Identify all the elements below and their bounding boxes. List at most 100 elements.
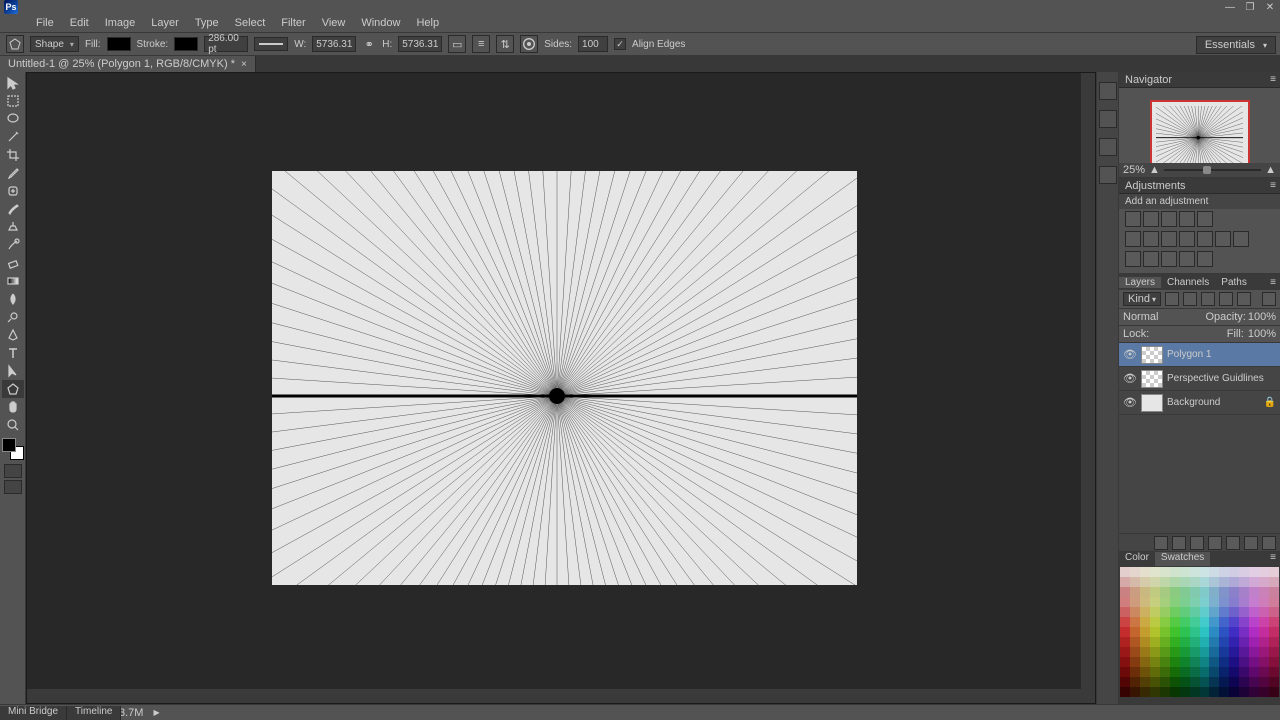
swatch-cell[interactable]	[1120, 637, 1130, 647]
paragraph-panel-icon[interactable]	[1099, 166, 1117, 184]
menu-image[interactable]: Image	[97, 15, 144, 31]
swatch-cell[interactable]	[1229, 687, 1239, 697]
swatch-cell[interactable]	[1170, 687, 1180, 697]
maximize-button[interactable]: ❐	[1240, 0, 1260, 14]
swatch-cell[interactable]	[1269, 647, 1279, 657]
close-window-button[interactable]: ✕	[1260, 0, 1280, 14]
swatch-cell[interactable]	[1190, 607, 1200, 617]
swatch-cell[interactable]	[1209, 677, 1219, 687]
swatch-cell[interactable]	[1160, 577, 1170, 587]
swatch-cell[interactable]	[1239, 657, 1249, 667]
swatch-cell[interactable]	[1239, 667, 1249, 677]
swatch-cell[interactable]	[1239, 567, 1249, 577]
swatch-cell[interactable]	[1190, 627, 1200, 637]
new-layer-icon[interactable]	[1244, 536, 1258, 550]
swatch-cell[interactable]	[1269, 687, 1279, 697]
swatch-cell[interactable]	[1219, 637, 1229, 647]
swatch-cell[interactable]	[1150, 617, 1160, 627]
layer-visibility-icon[interactable]: 👁	[1123, 348, 1137, 361]
swatch-cell[interactable]	[1150, 647, 1160, 657]
swatch-cell[interactable]	[1120, 677, 1130, 687]
swatch-cell[interactable]	[1269, 617, 1279, 627]
curves-adjustment-icon[interactable]	[1161, 211, 1177, 227]
swatch-cell[interactable]	[1200, 647, 1210, 657]
magic-wand-tool[interactable]	[2, 128, 24, 146]
tab-paths[interactable]: Paths	[1215, 277, 1253, 288]
swatch-cell[interactable]	[1229, 657, 1239, 667]
swatch-cell[interactable]	[1130, 597, 1140, 607]
swatch-cell[interactable]	[1120, 587, 1130, 597]
swatch-cell[interactable]	[1209, 627, 1219, 637]
swatch-cell[interactable]	[1120, 607, 1130, 617]
swatch-cell[interactable]	[1170, 627, 1180, 637]
bw-adjustment-icon[interactable]	[1161, 231, 1177, 247]
gradient-tool[interactable]	[2, 272, 24, 290]
layer-mask-icon[interactable]	[1190, 536, 1204, 550]
swatch-cell[interactable]	[1229, 577, 1239, 587]
swatch-cell[interactable]	[1200, 657, 1210, 667]
swatch-cell[interactable]	[1150, 677, 1160, 687]
swatch-cell[interactable]	[1160, 677, 1170, 687]
swatch-cell[interactable]	[1249, 637, 1259, 647]
swatch-cell[interactable]	[1229, 607, 1239, 617]
swatch-cell[interactable]	[1209, 667, 1219, 677]
hue-adjustment-icon[interactable]	[1125, 231, 1141, 247]
layer-name[interactable]: Polygon 1	[1167, 349, 1276, 360]
layer-visibility-icon[interactable]: 👁	[1123, 396, 1137, 409]
swatch-cell[interactable]	[1130, 677, 1140, 687]
swatch-cell[interactable]	[1269, 677, 1279, 687]
blend-mode-dropdown[interactable]: Normal	[1123, 311, 1183, 323]
tab-color[interactable]: Color	[1119, 552, 1155, 566]
swatch-cell[interactable]	[1259, 597, 1269, 607]
layer-thumbnail[interactable]	[1141, 394, 1163, 412]
swatch-cell[interactable]	[1140, 627, 1150, 637]
zoom-out-icon[interactable]: ▲	[1149, 164, 1160, 176]
swatch-cell[interactable]	[1200, 637, 1210, 647]
adjustments-menu-icon[interactable]: ≡	[1270, 180, 1276, 191]
swatch-cell[interactable]	[1249, 617, 1259, 627]
swatch-cell[interactable]	[1170, 597, 1180, 607]
tab-timeline[interactable]: Timeline	[67, 706, 121, 720]
swatch-cell[interactable]	[1190, 617, 1200, 627]
layer-thumbnail[interactable]	[1141, 346, 1163, 364]
swatch-cell[interactable]	[1120, 657, 1130, 667]
history-brush-tool[interactable]	[2, 236, 24, 254]
swatch-cell[interactable]	[1180, 587, 1190, 597]
swatch-cell[interactable]	[1259, 607, 1269, 617]
path-arrangement-button[interactable]: ⇅	[496, 35, 514, 53]
layer-row[interactable]: 👁 Background 🔒	[1119, 391, 1280, 415]
menu-file[interactable]: File	[28, 15, 62, 31]
minimize-button[interactable]: —	[1220, 0, 1240, 14]
swatch-cell[interactable]	[1229, 667, 1239, 677]
blur-tool[interactable]	[2, 290, 24, 308]
swatch-cell[interactable]	[1130, 647, 1140, 657]
adjustments-tab[interactable]: Adjustments ≡	[1119, 178, 1280, 194]
more-adjustment-icon[interactable]	[1197, 251, 1213, 267]
swatch-cell[interactable]	[1170, 567, 1180, 577]
swatch-cell[interactable]	[1249, 627, 1259, 637]
stroke-width-input[interactable]: 286.00 pt	[204, 36, 248, 52]
swatch-cell[interactable]	[1249, 577, 1259, 587]
swatch-cell[interactable]	[1269, 667, 1279, 677]
swatch-cell[interactable]	[1259, 627, 1269, 637]
shape-tool[interactable]	[2, 380, 24, 398]
swatch-cell[interactable]	[1249, 647, 1259, 657]
swatch-cell[interactable]	[1170, 587, 1180, 597]
swatch-cell[interactable]	[1180, 687, 1190, 697]
swatch-cell[interactable]	[1170, 657, 1180, 667]
swatch-cell[interactable]	[1209, 687, 1219, 697]
swatch-cell[interactable]	[1239, 687, 1249, 697]
swatch-cell[interactable]	[1219, 627, 1229, 637]
swatch-cell[interactable]	[1200, 677, 1210, 687]
delete-layer-icon[interactable]	[1262, 536, 1276, 550]
swatch-cell[interactable]	[1219, 667, 1229, 677]
swatch-cell[interactable]	[1190, 667, 1200, 677]
channel-mixer-adjustment-icon[interactable]	[1197, 231, 1213, 247]
navigator-zoom-slider[interactable]	[1164, 169, 1261, 171]
swatch-cell[interactable]	[1259, 647, 1269, 657]
swatch-cell[interactable]	[1180, 607, 1190, 617]
swatch-cell[interactable]	[1239, 577, 1249, 587]
swatch-cell[interactable]	[1209, 597, 1219, 607]
character-panel-icon[interactable]	[1099, 138, 1117, 156]
workspace-switcher[interactable]: Essentials	[1196, 36, 1276, 54]
